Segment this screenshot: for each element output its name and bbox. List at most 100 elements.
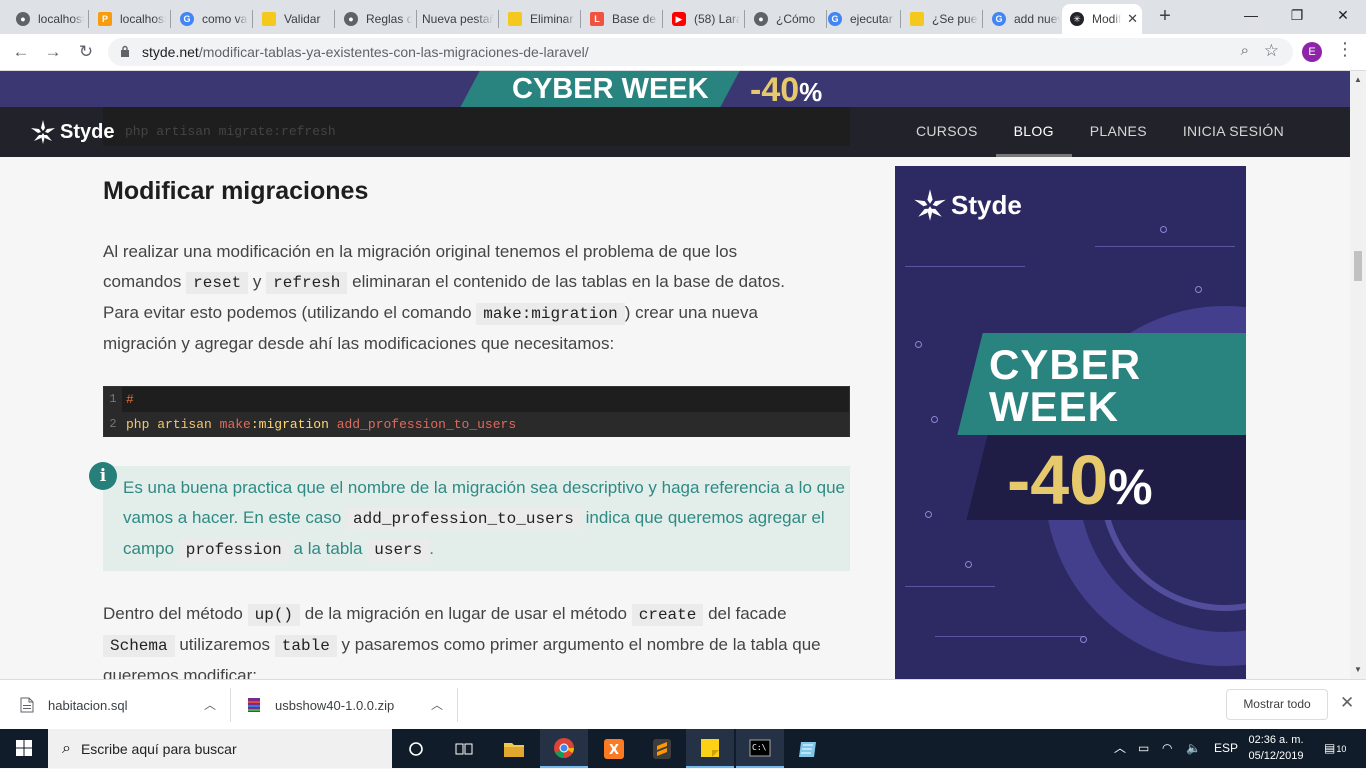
nav-blog[interactable]: BLOG — [995, 107, 1072, 157]
google-icon: G — [828, 12, 842, 26]
new-tab-button[interactable]: + — [1154, 4, 1176, 30]
file-icon — [20, 697, 34, 713]
tab-validar[interactable]: Validar — [254, 4, 334, 34]
zoom-icon[interactable]: ⌕ — [1241, 42, 1249, 59]
sublime-text-icon[interactable] — [638, 729, 686, 768]
tab-eliminar[interactable]: Eliminar — [500, 4, 580, 34]
info-note: i Es una buena practica que el nombre de… — [89, 462, 850, 571]
section-heading: Modificar migraciones — [103, 177, 369, 205]
close-downloads-icon[interactable]: ✕ — [1340, 693, 1354, 713]
stackoverflow-icon — [910, 12, 924, 26]
back-button[interactable]: ← — [9, 40, 33, 64]
downloads-bar: habitacion.sql ︿ usbshow40-1.0.0.zip ︿ M… — [0, 679, 1366, 729]
globe-icon: ● — [754, 12, 768, 26]
tab-como[interactable]: ● ¿Cómo — [746, 4, 826, 34]
nav-cursos[interactable]: CURSOS — [898, 107, 996, 157]
command-prompt-icon[interactable]: C:\ — [736, 729, 784, 768]
scroll-down-arrow[interactable]: ▼ — [1354, 665, 1362, 674]
ad-styde-logo: Styde — [913, 188, 1022, 222]
code-block[interactable]: 1 # 2 php artisan make:migration add_profe… — [103, 386, 850, 437]
inline-code-make-migration: make:migration — [476, 303, 625, 325]
tab-base-de[interactable]: L Base de — [582, 4, 662, 34]
show-all-downloads-button[interactable]: Mostrar todo — [1226, 689, 1328, 720]
app-icon[interactable] — [784, 729, 832, 768]
paragraph-intro: Al realizar una modificación en la migra… — [103, 242, 785, 353]
windows-taskbar: ⌕ Escribe aquí para buscar X C:\ ︿ ▭ ◠ 🔈… — [0, 729, 1366, 768]
scroll-up-arrow[interactable]: ▲ — [1354, 75, 1362, 84]
tab-nueva-pestana[interactable]: Nueva pestaña — [414, 4, 498, 34]
sticky-notes-icon[interactable] — [686, 729, 734, 768]
cortana-icon[interactable] — [392, 729, 440, 768]
site-navbar: php artisan migrate:refresh Styde CURSOS… — [0, 107, 1350, 157]
search-icon: ⌕ — [62, 739, 71, 757]
url-text: styde.net/modificar-tablas-ya-existentes… — [142, 44, 589, 60]
language-indicator[interactable]: ESP — [1214, 729, 1238, 768]
tab-reglas[interactable]: ●Reglas de — [336, 4, 416, 34]
inline-code-up: up() — [247, 604, 301, 626]
file-explorer-icon[interactable] — [490, 729, 538, 768]
inline-code-users: users — [367, 539, 430, 561]
globe-icon: ● — [344, 12, 358, 26]
wifi-icon[interactable]: ◠ — [1162, 729, 1172, 768]
styde-logo-icon — [914, 189, 946, 221]
taskbar-search-box[interactable]: ⌕ Escribe aquí para buscar — [48, 729, 392, 768]
tab-localhost-2[interactable]: Plocalhost — [90, 4, 170, 34]
nav-inicia-sesion[interactable]: INICIA SESIÓN — [1165, 107, 1302, 157]
cyber-week-banner[interactable]: CYBER WEEK -40% — [0, 71, 1350, 107]
restore-button[interactable]: ❐ — [1274, 0, 1320, 30]
globe-icon: ● — [16, 12, 30, 26]
browser-toolbar: ← → ↻ styde.net/modificar-tablas-ya-exis… — [0, 34, 1366, 71]
download-item-sql[interactable]: habitacion.sql ︿ — [20, 680, 216, 730]
svg-text:C:\: C:\ — [752, 743, 767, 752]
tab-se-puede[interactable]: ¿Se puede — [902, 4, 982, 34]
youtube-icon: ▶ — [672, 12, 686, 26]
profile-avatar[interactable]: E — [1302, 42, 1322, 62]
tab-ejecutar[interactable]: Gejecutar — [820, 4, 900, 34]
chevron-up-icon[interactable]: ︿ — [431, 696, 443, 713]
windows-start-button[interactable] — [0, 729, 48, 768]
forward-button[interactable]: → — [41, 40, 65, 64]
taskbar-clock[interactable]: 02:36 a. m. 05/12/2019 — [1236, 732, 1316, 764]
notification-center-icon[interactable]: ▤10 — [1324, 729, 1346, 768]
chrome-icon[interactable] — [540, 729, 588, 768]
address-bar[interactable]: styde.net/modificar-tablas-ya-existentes… — [108, 38, 1293, 66]
tab-google-validar[interactable]: Gcomo validar — [172, 4, 252, 34]
stackoverflow-icon — [262, 12, 276, 26]
page-viewport: CYBER WEEK -40% php artisan migrate:refr… — [0, 71, 1350, 679]
nav-planes[interactable]: PLANES — [1072, 107, 1165, 157]
reload-button[interactable]: ↻ — [74, 40, 98, 64]
tab-add-nueva[interactable]: Gadd nueva — [984, 4, 1064, 34]
battery-icon[interactable]: ▭ — [1138, 729, 1149, 768]
tab-localhost-1[interactable]: ● localhost — [8, 4, 88, 34]
styde-icon: ✳ — [1070, 12, 1084, 26]
code-line-2: 2 php artisan make:migration add_professi… — [104, 412, 849, 437]
inline-code-refresh: refresh — [266, 272, 348, 294]
tab-modificar-active[interactable]: ✳Modificar✕ — [1062, 4, 1142, 34]
bookmark-star-icon[interactable]: ☆ — [1264, 41, 1279, 61]
scroll-thumb[interactable] — [1354, 251, 1362, 281]
styde-logo[interactable]: Styde — [30, 119, 114, 145]
chevron-up-icon[interactable]: ︿ — [204, 696, 216, 713]
styde-logo-icon — [31, 120, 55, 144]
page-scrollbar[interactable]: ▲ ▼ — [1350, 71, 1366, 679]
tab-youtube-laravel[interactable]: ▶(58) Laravel — [664, 4, 744, 34]
inline-code-profession: profession — [178, 539, 289, 561]
inline-code-table: table — [274, 635, 337, 657]
site-nav-links: CURSOS BLOG PLANES INICIA SESIÓN — [898, 107, 1302, 157]
volume-icon[interactable]: 🔈 — [1186, 729, 1201, 768]
minimize-button[interactable]: — — [1228, 0, 1274, 30]
ad-cyber-week-text: CYBER WEEK — [989, 341, 1142, 430]
xampp-icon[interactable]: X — [590, 729, 638, 768]
tab-close-icon[interactable]: ✕ — [1127, 11, 1138, 27]
download-item-zip[interactable]: usbshow40-1.0.0.zip ︿ — [247, 680, 443, 730]
info-icon: i — [89, 462, 117, 490]
cyber-week-ad[interactable]: Styde CYBER WEEK -40% — [895, 166, 1246, 679]
tray-overflow-icon[interactable]: ︿ — [1114, 729, 1126, 768]
inline-code-add-profession: add_profession_to_users — [346, 508, 581, 530]
close-window-button[interactable]: ✕ — [1320, 0, 1366, 30]
phpmyadmin-icon: P — [98, 12, 112, 26]
task-view-icon[interactable] — [440, 729, 488, 768]
winrar-icon — [248, 698, 260, 712]
browser-menu-icon[interactable]: ⋮ — [1336, 39, 1354, 60]
inline-code-schema: Schema — [103, 635, 175, 657]
